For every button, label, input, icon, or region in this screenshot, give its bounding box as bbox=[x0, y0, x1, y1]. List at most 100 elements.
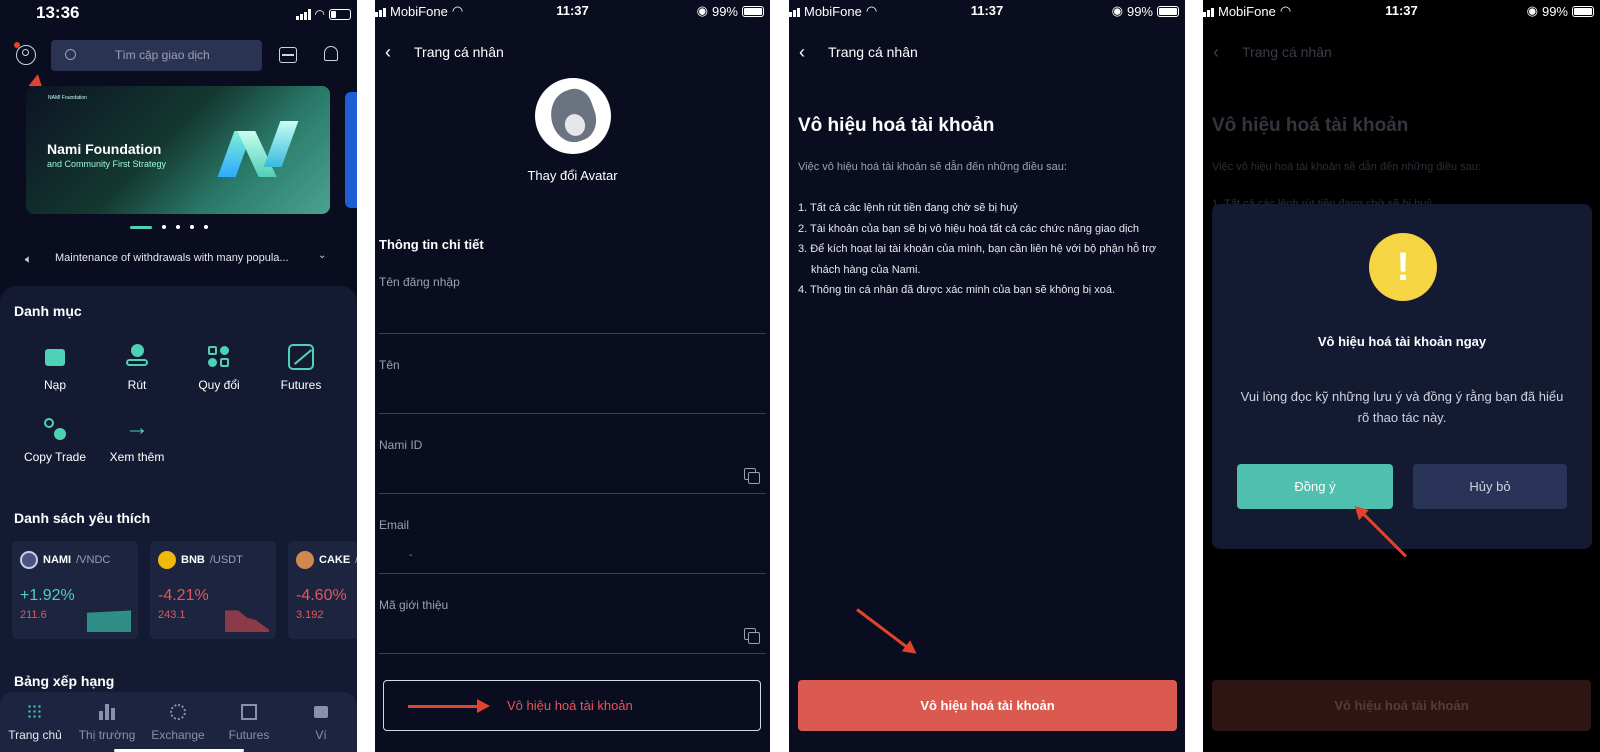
categories-title: Danh mục bbox=[14, 303, 82, 319]
page-title: Trang cá nhân bbox=[828, 44, 918, 60]
deactivate-info-screen: MobiFone ◠ 11:37 ◉ 99% ‹ Trang cá nhân Vô … bbox=[789, 0, 1185, 752]
category-convert[interactable]: Quy đổi bbox=[179, 344, 259, 392]
email-value: - bbox=[409, 550, 413, 561]
pair-base: NAMI bbox=[43, 554, 72, 566]
copy-icon[interactable] bbox=[744, 628, 760, 644]
favorite-card[interactable]: BNB/USDT -4.21% 243.1 bbox=[150, 541, 276, 639]
bell-icon[interactable] bbox=[324, 46, 338, 61]
status-time: 13:36 bbox=[36, 3, 80, 22]
promo-banner[interactable]: NAMI Foundation Nami Foundation and Comm… bbox=[26, 86, 330, 214]
next-banner-peek bbox=[345, 92, 357, 208]
header: ‹ Trang cá nhân bbox=[789, 40, 1185, 64]
back-arrow-icon[interactable]: ‹ bbox=[385, 40, 391, 64]
confirm-dialog-screen: MobiFone ◠ 11:37 ◉ 99% ‹ Trang cá nhân Vô … bbox=[1203, 0, 1600, 752]
back-arrow-icon[interactable]: ‹ bbox=[1213, 40, 1219, 64]
category-copy-trade[interactable]: Copy Trade bbox=[15, 416, 95, 464]
username-field[interactable]: Tên đăng nhập bbox=[379, 264, 766, 334]
warning-icon: ! bbox=[1369, 233, 1437, 301]
page-title: Trang cá nhân bbox=[414, 44, 504, 60]
change-pct: +1.92% bbox=[20, 587, 75, 604]
category-more[interactable]: → Xem thêm bbox=[97, 416, 177, 465]
speaker-icon: 🔈︎ bbox=[25, 252, 33, 266]
nav-label: Ví bbox=[315, 728, 327, 742]
battery-percent: 99% bbox=[1126, 3, 1153, 19]
category-withdraw[interactable]: Rút bbox=[97, 344, 177, 392]
category-label: Nạp bbox=[43, 378, 66, 392]
status-bar: MobiFone ◠ 11:37 ◉ 99% bbox=[1203, 0, 1600, 24]
nami-id-field[interactable]: Nami ID bbox=[379, 414, 766, 494]
deactivate-label: Vô hiệu hoá tài khoản bbox=[507, 698, 633, 713]
avatar[interactable] bbox=[535, 78, 611, 154]
nav-label: Thị trường bbox=[78, 728, 136, 742]
cancel-button[interactable]: Hủy bỏ bbox=[1413, 464, 1567, 509]
battery-icon bbox=[1572, 5, 1594, 17]
scan-icon[interactable] bbox=[279, 47, 297, 63]
agree-button[interactable]: Đồng ý bbox=[1237, 464, 1393, 509]
name-field[interactable]: Tên bbox=[379, 334, 766, 414]
category-label: Copy Trade bbox=[23, 450, 87, 464]
pair-quote: /VNDC bbox=[76, 554, 111, 566]
field-label: Tên bbox=[379, 358, 400, 372]
price: 3.192 bbox=[296, 609, 324, 621]
pair-quote: / bbox=[355, 554, 357, 566]
field-label: Tên đăng nhập bbox=[379, 275, 460, 289]
profile-screen: MobiFone ◠ 11:37 ◉ 99% ‹ Trang cá nhân Tha… bbox=[375, 0, 770, 752]
nav-exchange[interactable]: Exchange bbox=[143, 702, 213, 742]
dialog-message-line: Vui lòng đọc kỹ những lưu ý và đồng ý rằ… bbox=[1240, 389, 1564, 404]
profile-icon[interactable] bbox=[14, 42, 36, 65]
nav-market[interactable]: Thị trường bbox=[72, 702, 142, 742]
carousel-dots bbox=[130, 225, 208, 229]
futures-icon bbox=[214, 702, 284, 722]
battery-percent: 99% bbox=[1541, 3, 1568, 19]
home-screen: 13:36 ◠ Tìm cặp giao dịch NAMI Foundatio… bbox=[0, 0, 357, 752]
nav-home[interactable]: Trang chủ bbox=[0, 702, 70, 742]
deactivate-button-disabled: Vô hiệu hoá tài khoản bbox=[1212, 680, 1591, 731]
exchange-icon bbox=[143, 702, 213, 722]
category-futures[interactable]: Futures bbox=[261, 344, 341, 392]
pair-base: BNB bbox=[181, 554, 205, 566]
category-label: Xem thêm bbox=[109, 450, 165, 464]
list-item: khách hàng của Nami. bbox=[811, 263, 921, 276]
deactivate-heading: Vô hiệu hoá tài khoản bbox=[1212, 115, 1409, 136]
list-item: 3. Để kích hoạt lại tài khoản của mình, … bbox=[798, 243, 1157, 255]
list-item: 1. Tất cả các lệnh rút tiền đang chờ sẽ … bbox=[798, 202, 1018, 214]
copy-icon[interactable] bbox=[744, 468, 760, 484]
category-deposit[interactable]: Nạp bbox=[15, 344, 95, 392]
field-label: Nami ID bbox=[379, 438, 423, 452]
deactivate-label: Vô hiệu hoá tài khoản bbox=[1334, 698, 1469, 713]
battery-percent: 99% bbox=[711, 3, 738, 19]
change-avatar-link[interactable]: Thay đổi Avatar bbox=[375, 168, 770, 183]
back-arrow-icon[interactable]: ‹ bbox=[799, 40, 805, 64]
referral-code-field[interactable]: Mã giới thiệu bbox=[379, 574, 766, 654]
nami-logo-icon bbox=[217, 121, 299, 177]
nav-futures[interactable]: Futures bbox=[214, 702, 284, 742]
announcement-text[interactable]: Maintenance of withdrawals with many pop… bbox=[55, 252, 289, 264]
banner-subtitle: and Community First Strategy bbox=[47, 159, 167, 169]
annotation-arrow bbox=[408, 699, 490, 713]
field-label: Email bbox=[379, 518, 410, 532]
futures-icon bbox=[288, 344, 314, 370]
dialog-message-line: rõ thao tác này. bbox=[1357, 410, 1447, 425]
nav-wallet[interactable]: Ví bbox=[286, 702, 356, 742]
chevron-down-icon[interactable]: ⌄ bbox=[318, 250, 326, 261]
change-pct: -4.21% bbox=[158, 587, 209, 604]
favorite-card[interactable]: CAKE / -4.60% 3.192 bbox=[288, 541, 357, 639]
orientation-lock-icon: ◉ bbox=[696, 3, 708, 18]
dialog-message: Vui lòng đọc kỹ những lưu ý và đồng ý rằ… bbox=[1232, 386, 1572, 428]
change-pct: -4.60% bbox=[296, 587, 347, 604]
email-field[interactable]: Email - bbox=[379, 494, 766, 574]
wallet-icon bbox=[286, 702, 356, 722]
favorite-card[interactable]: NAMI/VNDC +1.92% 211.6 bbox=[12, 541, 138, 639]
deactivate-button[interactable]: Vô hiệu hoá tài khoản bbox=[798, 680, 1177, 731]
search-input[interactable]: Tìm cặp giao dịch bbox=[51, 40, 262, 71]
bar-chart-icon bbox=[72, 702, 142, 722]
home-icon bbox=[0, 702, 70, 722]
status-bar: 13:36 ◠ bbox=[0, 0, 357, 24]
deactivate-intro: Việc vô hiệu hoá tài khoản sẽ dẫn đến nh… bbox=[798, 161, 1067, 173]
cake-coin-icon bbox=[296, 551, 314, 569]
list-item: 4. Thông tin cá nhân đã được xác minh củ… bbox=[798, 284, 1116, 296]
banner-title: Nami Foundation bbox=[47, 141, 162, 157]
section-title: Thông tin chi tiết bbox=[379, 237, 484, 252]
category-label: Rút bbox=[127, 378, 147, 392]
status-bar: MobiFone ◠ 11:37 ◉ 99% bbox=[375, 0, 770, 24]
